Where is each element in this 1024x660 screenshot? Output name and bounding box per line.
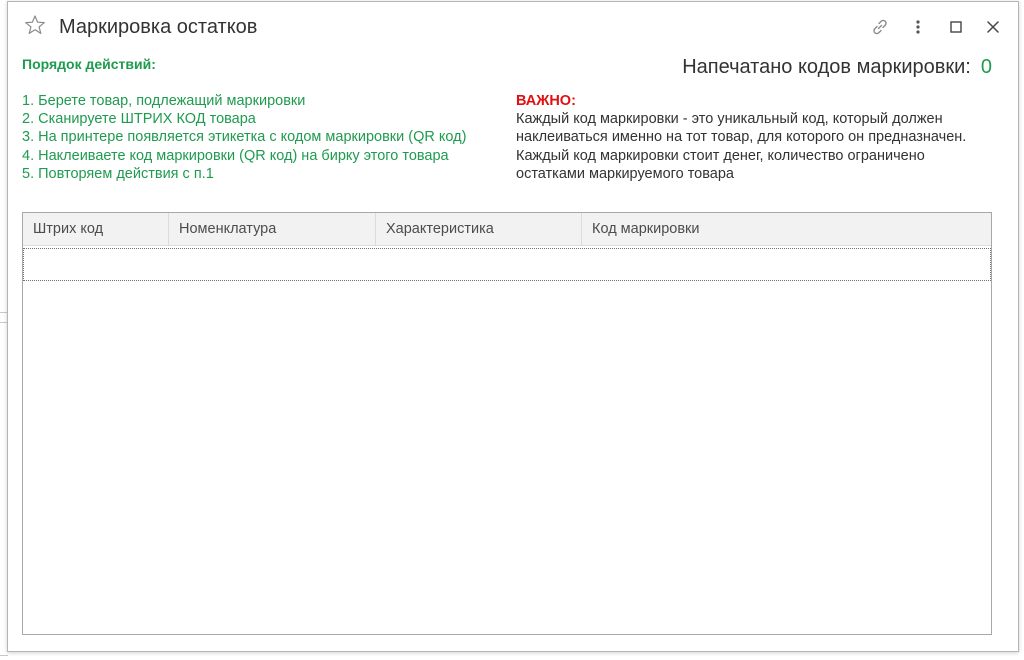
instruction-step: 5. Повторяем действия с п.1	[22, 165, 214, 182]
important-line: Каждый код маркировки - это уникальный к…	[516, 111, 967, 146]
link-icon[interactable]	[869, 16, 891, 38]
printed-counter-label: Напечатано кодов маркировки:	[682, 56, 971, 78]
instructions-title: Порядок действий:	[22, 56, 156, 72]
instruction-step: 2. Сканируете ШТРИХ КОД товара	[22, 111, 256, 128]
star-icon[interactable]	[24, 14, 46, 36]
important-line: Каждый код маркировки стоит денег, колич…	[516, 147, 925, 182]
printed-counter-value: 0	[980, 56, 992, 78]
marking-window: Маркировка остатков Порядок действий: На…	[7, 1, 1019, 652]
window-title: Маркировка остатков	[59, 16, 258, 38]
important-title: ВАЖНО:	[516, 93, 576, 109]
more-vertical-icon[interactable]	[907, 16, 929, 38]
printed-counter: Напечатано кодов маркировки: 0	[682, 56, 992, 79]
background-window-edge	[0, 655, 8, 656]
instruction-step: 1. Берете товар, подлежащий маркировки	[22, 93, 306, 109]
instruction-step: 3. На принтере появляется этикетка с код…	[22, 129, 467, 146]
table-header: Штрих код Номенклатура Характеристика Ко…	[23, 213, 991, 246]
title-bar: Маркировка остатков	[8, 2, 1018, 52]
table-row[interactable]	[23, 248, 991, 281]
instruction-step: 4. Наклеиваете код маркировки (QR код) н…	[22, 147, 449, 164]
column-header-characteristic[interactable]: Характеристика	[376, 213, 582, 245]
important-notice: ВАЖНО: Каждый код маркировки - это уника…	[516, 92, 996, 183]
marking-table[interactable]: Штрих код Номенклатура Характеристика Ко…	[22, 212, 992, 635]
close-icon[interactable]	[982, 16, 1004, 38]
column-header-marking-code[interactable]: Код маркировки	[582, 213, 991, 245]
column-header-barcode[interactable]: Штрих код	[23, 213, 169, 245]
instructions-steps: 1. Берете товар, подлежащий маркировки 2…	[22, 92, 504, 183]
maximize-icon[interactable]	[945, 16, 967, 38]
column-header-nomenclature[interactable]: Номенклатура	[169, 213, 376, 245]
